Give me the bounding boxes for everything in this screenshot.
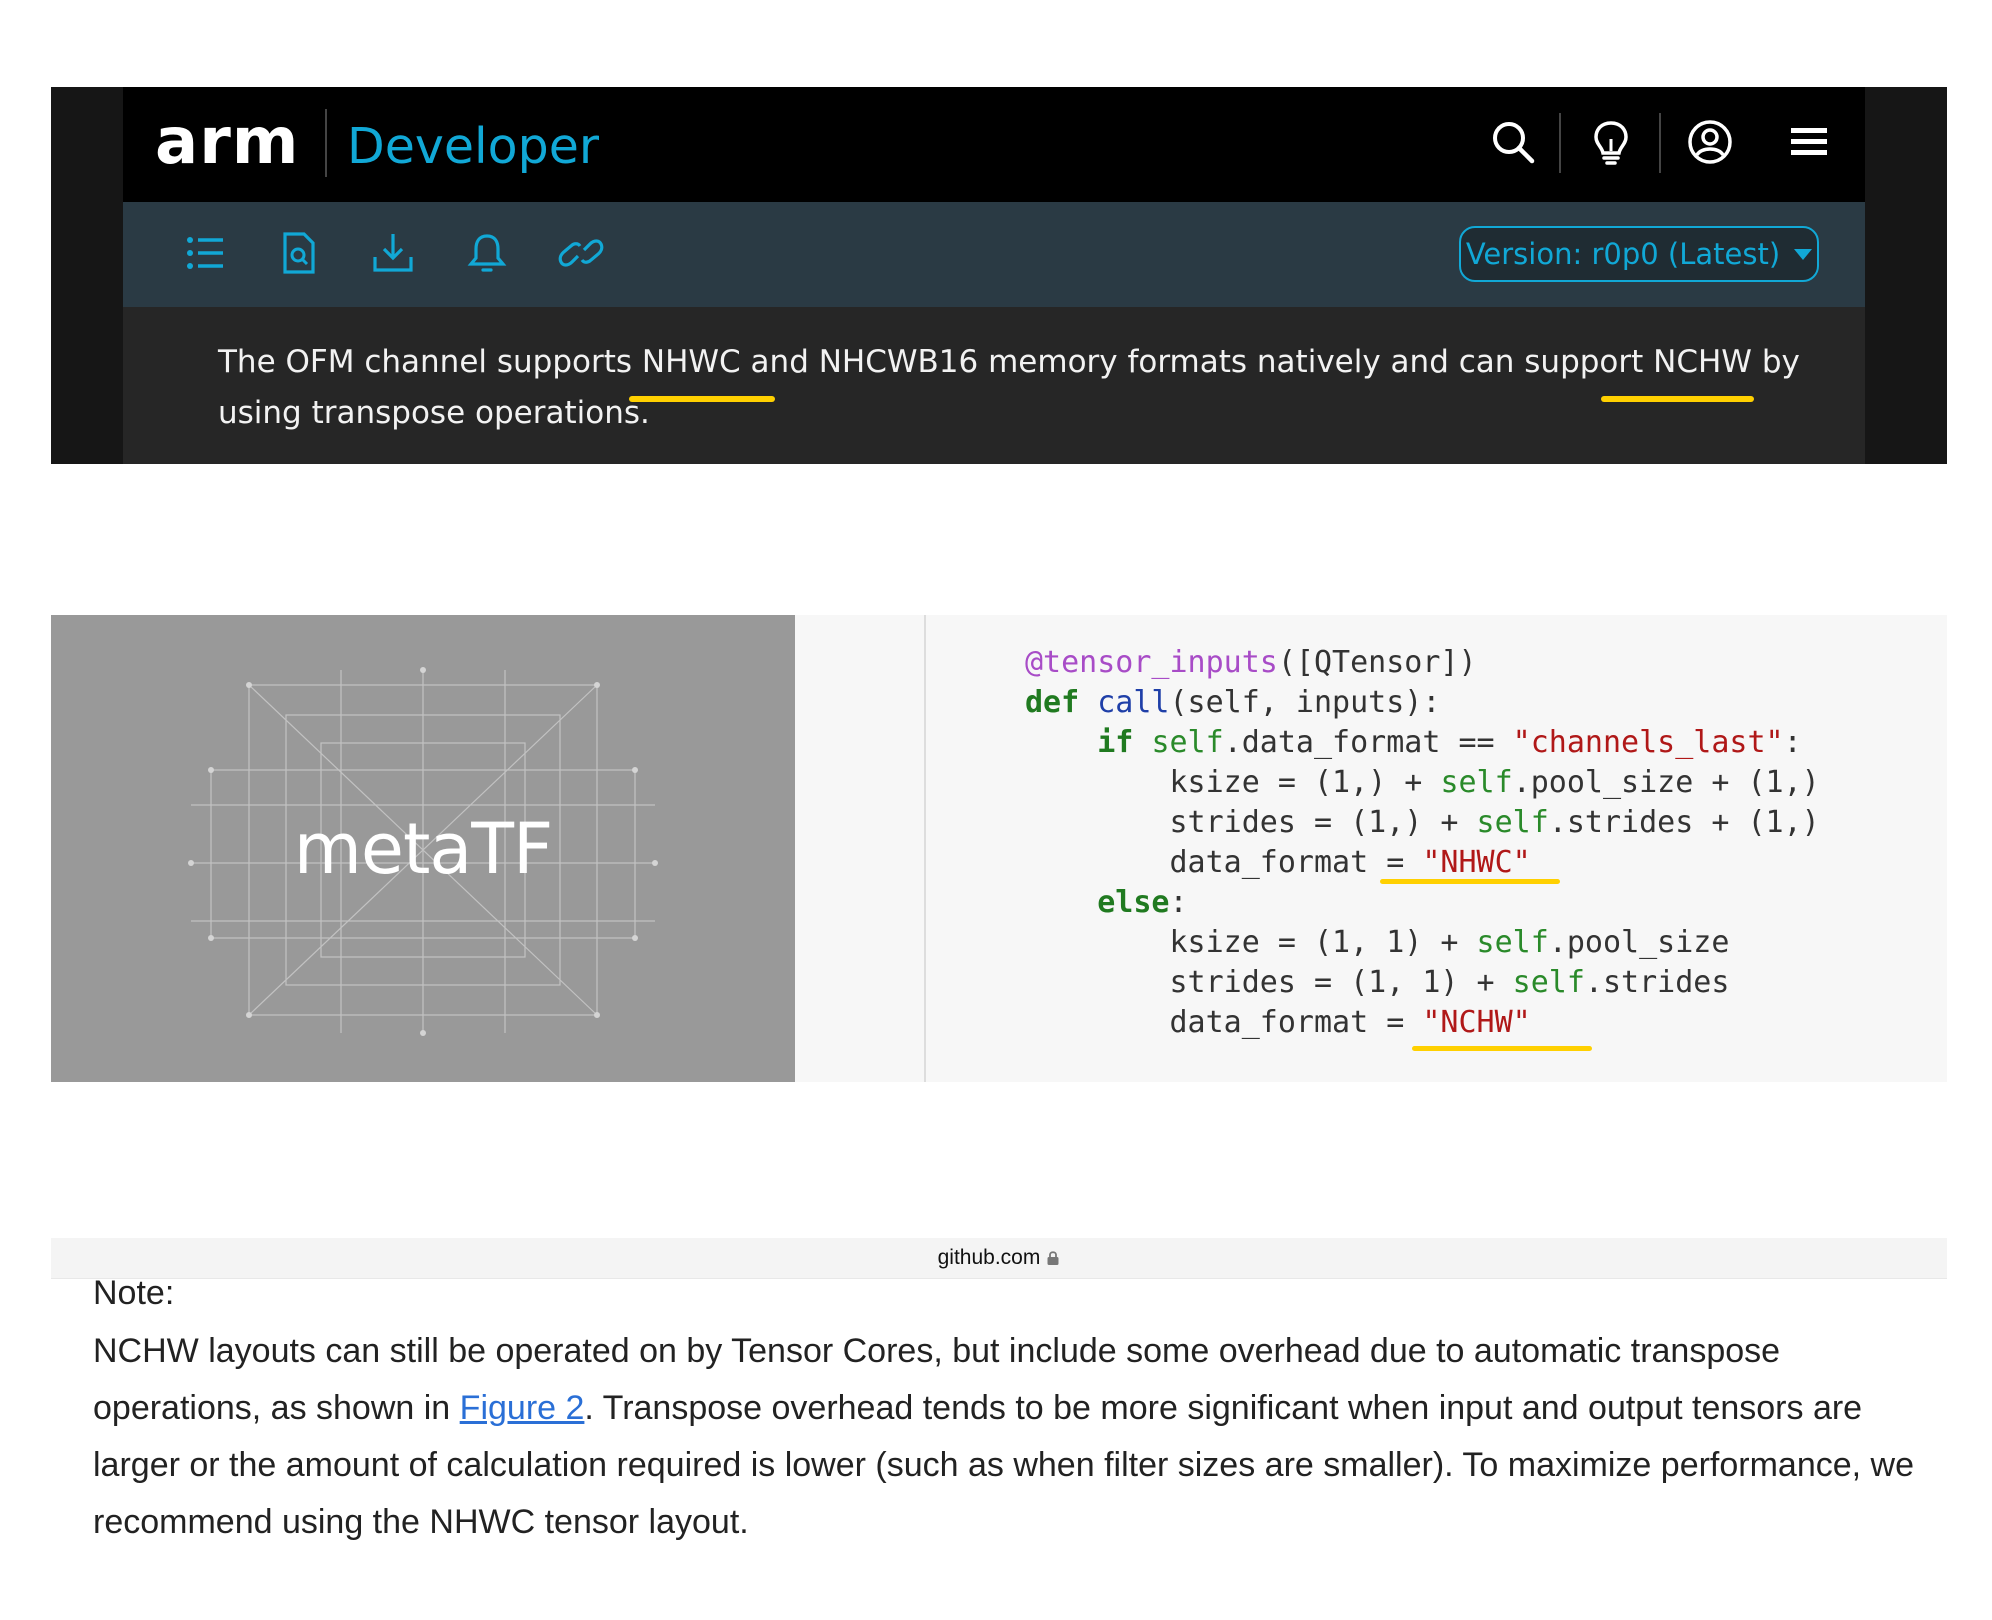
highlight-nchw: NCHW <box>1653 344 1752 380</box>
keyword: def <box>1025 685 1080 720</box>
self-keyword: self <box>1440 765 1513 800</box>
code-text: ksize = (1,) + <box>1169 765 1441 800</box>
self-keyword: self <box>1476 925 1549 960</box>
address-domain: github.com <box>51 1238 1947 1278</box>
code-text: data_format = <box>1169 1005 1423 1040</box>
arm-developer-screenshot: arm Developer Version: r0p0 (Latest) The… <box>51 87 1947 464</box>
browser-address-bar[interactable]: github.com <box>51 1238 1947 1279</box>
arm-page: arm Developer Version: r0p0 (Latest) The… <box>123 87 1865 464</box>
string-literal-nhwc: "NHWC" <box>1422 845 1531 880</box>
arm-toolbar: Version: r0p0 (Latest) <box>123 202 1865 307</box>
arm-description: The OFM channel supports NHWC and NHCWB1… <box>218 337 1858 439</box>
lightbulb-icon[interactable] <box>1586 117 1636 167</box>
arm-logo[interactable]: arm <box>155 97 299 187</box>
keyword: if <box>1097 725 1134 760</box>
string-literal-nchw: "NCHW" <box>1422 1005 1531 1040</box>
figure-2-link[interactable]: Figure 2 <box>460 1389 585 1427</box>
code-text: : <box>1783 725 1802 760</box>
user-account-icon[interactable] <box>1685 117 1735 167</box>
code-text: : <box>1169 885 1188 920</box>
developer-title[interactable]: Developer <box>347 105 599 189</box>
gutter-divider <box>924 615 926 1082</box>
decorator: @tensor_inputs <box>1025 645 1278 680</box>
self-keyword: self <box>1512 965 1585 1000</box>
caret-down-icon <box>1794 248 1813 260</box>
code-text: strides = (1, 1) + <box>1169 965 1513 1000</box>
note-body: NCHW layouts can still be operated on by… <box>93 1323 1943 1551</box>
self-keyword: self <box>1476 805 1549 840</box>
highlight-underline-nchw <box>1412 1046 1592 1051</box>
note-title: Note: <box>93 1274 175 1312</box>
metatf-logo-panel: metaTF <box>51 615 795 1082</box>
code-editor-panel: """ @tensor_inputs([QTensor]) def call(s… <box>795 615 1947 1082</box>
string-literal: "channels_last" <box>1512 725 1784 760</box>
list-icon[interactable] <box>183 230 229 276</box>
version-dropdown[interactable]: Version: r0p0 (Latest) <box>1459 226 1819 282</box>
link-icon[interactable] <box>558 230 604 276</box>
docstring-end: """ <box>1025 615 1080 636</box>
version-label: Version: r0p0 (Latest) <box>1465 237 1781 271</box>
code-text: .strides <box>1584 965 1730 1000</box>
bell-icon[interactable] <box>464 230 510 276</box>
header-separator <box>1559 113 1561 173</box>
code-text: .data_format == <box>1223 725 1513 760</box>
code-text: strides = (1,) + <box>1169 805 1477 840</box>
download-icon[interactable] <box>370 230 416 276</box>
code-text: ksize = (1, 1) + <box>1169 925 1477 960</box>
search-icon[interactable] <box>1488 117 1538 167</box>
highlight-underline-nchw <box>1601 396 1754 402</box>
highlight-underline-nhwc <box>1380 879 1560 884</box>
code-block: @tensor_inputs([QTensor]) def call(self,… <box>1025 643 1820 1043</box>
code-text: .pool_size + (1,) <box>1512 765 1820 800</box>
code-text: .strides + (1,) <box>1548 805 1820 840</box>
lock-icon <box>1047 1251 1059 1265</box>
self-keyword: self <box>1151 725 1224 760</box>
arm-header: arm Developer <box>123 87 1865 202</box>
text-segment: The OFM channel supports <box>218 344 642 380</box>
domain-text: github.com <box>937 1246 1041 1269</box>
code-text: (self, inputs): <box>1169 685 1441 720</box>
menu-icon[interactable] <box>1784 117 1834 167</box>
keyword: else <box>1097 885 1170 920</box>
document-search-icon[interactable] <box>276 230 322 276</box>
metatf-logo-text: metaTF <box>293 807 554 890</box>
code-text: data_format = <box>1169 845 1423 880</box>
function-name: call <box>1097 685 1170 720</box>
logo-divider <box>325 109 327 177</box>
highlight-nhwc: NHWC <box>641 344 741 380</box>
code-text: ([QTensor]) <box>1277 645 1477 680</box>
highlight-underline-nhwc <box>629 396 775 402</box>
code-text: .pool_size <box>1548 925 1730 960</box>
text-segment: and NHCWB16 memory formats natively and … <box>740 344 1654 380</box>
header-separator <box>1659 113 1661 173</box>
